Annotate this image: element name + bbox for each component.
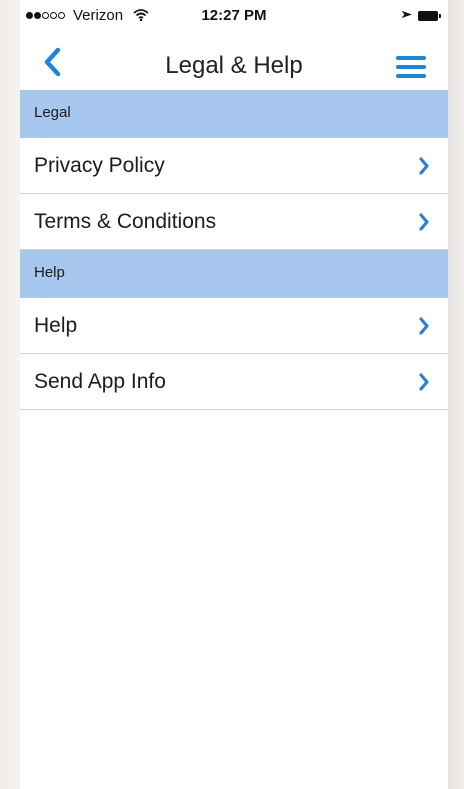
background-right-strip <box>448 0 464 789</box>
chevron-right-icon <box>419 373 429 391</box>
battery-icon <box>418 10 441 21</box>
list-item-send-app-info[interactable]: Send App Info <box>20 354 448 410</box>
list-item-label: Privacy Policy <box>34 154 165 177</box>
page-title: Legal & Help <box>165 52 303 79</box>
list-item-label: Send App Info <box>34 370 166 393</box>
chevron-right-icon <box>419 157 429 175</box>
status-bar: Verizon 12:27 PM <box>20 0 448 32</box>
section-header-legal: Legal <box>20 90 448 138</box>
list-item-privacy-policy[interactable]: Privacy Policy <box>20 138 448 194</box>
phone-screen: Verizon 12:27 PM Legal & Help Legal Priv… <box>20 0 448 789</box>
hamburger-menu-icon <box>396 56 426 78</box>
menu-button[interactable] <box>396 56 426 80</box>
status-right <box>398 7 441 24</box>
section-header-help: Help <box>20 250 448 298</box>
background-left-strip <box>0 0 20 789</box>
navigation-bar: Legal & Help <box>20 32 448 90</box>
chevron-right-icon <box>419 213 429 231</box>
list-item-terms-conditions[interactable]: Terms & Conditions <box>20 194 448 250</box>
list-item-label: Help <box>34 314 78 337</box>
status-time: 12:27 PM <box>201 7 267 24</box>
chevron-right-icon <box>419 317 429 335</box>
list-item-help[interactable]: Help <box>20 298 448 354</box>
list-item-label: Terms & Conditions <box>34 210 217 233</box>
